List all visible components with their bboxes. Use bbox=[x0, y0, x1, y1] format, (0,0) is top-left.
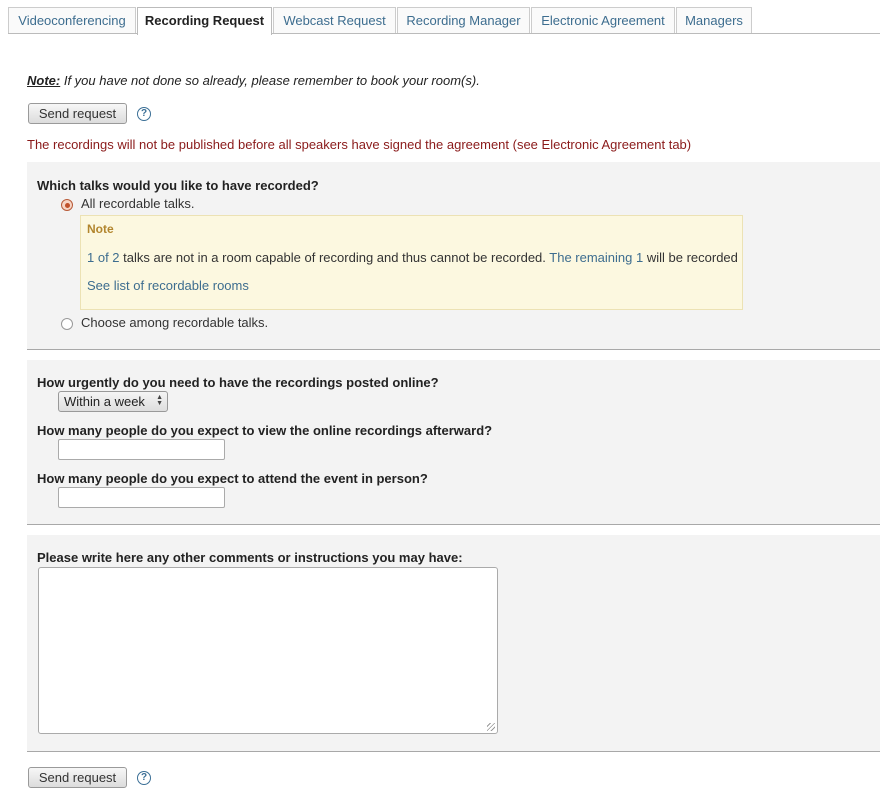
comments-section: Please write here any other comments or … bbox=[27, 535, 880, 752]
remaining-talks-link[interactable]: The remaining 1 bbox=[549, 250, 643, 265]
help-icon-bottom[interactable]: ? bbox=[137, 771, 151, 785]
option-all-talks-label[interactable]: All recordable talks. bbox=[81, 196, 194, 211]
viewers-input[interactable] bbox=[58, 439, 225, 460]
tab-recording-manager[interactable]: Recording Manager bbox=[397, 7, 530, 33]
radio-choose-talks[interactable] bbox=[61, 318, 73, 330]
viewers-question: How many people do you expect to view th… bbox=[37, 423, 493, 438]
help-icon[interactable]: ? bbox=[137, 107, 151, 121]
radio-all-talks[interactable] bbox=[61, 199, 73, 211]
tab-recording-request[interactable]: Recording Request bbox=[137, 7, 272, 35]
notice-prefix: Note: bbox=[27, 73, 61, 88]
agreement-warning: The recordings will not be published bef… bbox=[27, 137, 692, 152]
tab-managers[interactable]: Managers bbox=[676, 7, 752, 33]
recordable-rooms-link[interactable]: See list of recordable rooms bbox=[87, 278, 249, 293]
urgency-question: How urgently do you need to have the rec… bbox=[37, 375, 439, 390]
talks-question: Which talks would you like to have recor… bbox=[37, 178, 319, 193]
urgency-selected-value: Within a week bbox=[64, 394, 145, 409]
tab-bar: Videoconferencing Recording Request Webc… bbox=[0, 0, 880, 35]
tab-videoconferencing[interactable]: Videoconferencing bbox=[8, 7, 136, 33]
option-choose-talks-label[interactable]: Choose among recordable talks. bbox=[81, 315, 268, 330]
note-body: 1 of 2 talks are not in a room capable o… bbox=[87, 250, 738, 265]
recording-note-box: Note 1 of 2 talks are not in a room capa… bbox=[80, 215, 743, 310]
tab-electronic-agreement[interactable]: Electronic Agreement bbox=[531, 7, 675, 33]
talks-section: Which talks would you like to have recor… bbox=[27, 162, 880, 350]
room-booking-notice: Note: If you have not done so already, p… bbox=[27, 73, 480, 88]
tab-webcast-request[interactable]: Webcast Request bbox=[273, 7, 396, 33]
note-end-text: will be recorded bbox=[643, 250, 738, 265]
details-section: How urgently do you need to have the rec… bbox=[27, 360, 880, 525]
send-request-button-top[interactable]: Send request bbox=[28, 103, 127, 124]
updown-arrows-icon: ▲ ▼ bbox=[156, 394, 163, 407]
note-title: Note bbox=[87, 222, 114, 236]
comments-textarea[interactable] bbox=[38, 567, 498, 734]
attendance-input[interactable] bbox=[58, 487, 225, 508]
attendance-question: How many people do you expect to attend … bbox=[37, 471, 428, 486]
notice-text: If you have not done so already, please … bbox=[60, 73, 480, 88]
send-request-button-bottom[interactable]: Send request bbox=[28, 767, 127, 788]
note-middle-text: talks are not in a room capable of recor… bbox=[119, 250, 550, 265]
urgency-select[interactable]: Within a week ▲ ▼ bbox=[58, 391, 168, 412]
talk-count-link[interactable]: 1 of 2 bbox=[87, 250, 120, 265]
resize-grip-icon[interactable] bbox=[487, 723, 495, 731]
comments-label: Please write here any other comments or … bbox=[37, 550, 463, 565]
